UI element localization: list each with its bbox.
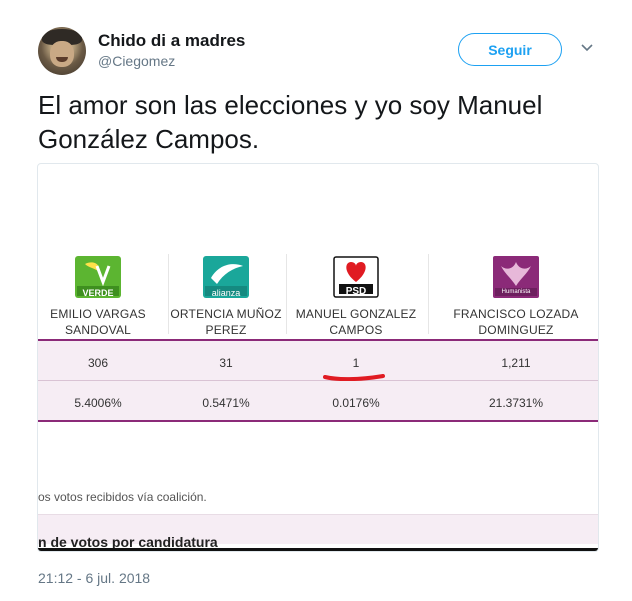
table-divider — [38, 380, 598, 381]
votes-value: 306 — [87, 356, 109, 370]
tweet-timestamp[interactable]: 21:12 - 6 jul. 2018 — [38, 570, 150, 586]
bottom-bar — [38, 548, 598, 551]
votes-value: 1,211 — [501, 356, 531, 370]
user-handle[interactable]: @Ciegomez — [98, 53, 175, 69]
candidate-name-line: CAMPOS — [329, 323, 383, 337]
red-scribble-underline — [323, 374, 385, 381]
candidate-name-line: FRANCISCO LOZADA — [453, 307, 579, 321]
party-label-humanista: Humanista — [501, 289, 531, 295]
table-border — [38, 420, 598, 422]
candidate-name-line: SANDOVAL — [64, 323, 132, 337]
candidate-name-line: ORTENCIA MUÑOZ — [170, 307, 282, 321]
candidate-name: ORTENCIA MUÑOZ PEREZ — [156, 306, 296, 338]
table-border — [38, 339, 598, 341]
percent-value: 0.0176% — [332, 396, 380, 410]
party-label-verde: VERDE — [82, 288, 114, 298]
column-divider — [428, 254, 429, 334]
candidate-name: EMILIO VARGAS SANDOVAL — [38, 306, 168, 338]
percent-value: 21.3731% — [488, 396, 544, 410]
votes-value: 1 — [352, 356, 360, 370]
coalition-note: os votos recibidos vía coalición. — [38, 490, 207, 504]
chevron-down-icon[interactable] — [580, 40, 594, 54]
party-label-alianza: alianza — [211, 288, 241, 298]
candidate-name: FRANCISCO LOZADA DOMINGUEZ — [446, 306, 586, 338]
percent-value: 5.4006% — [74, 396, 122, 410]
tweet-text: El amor son las elecciones y yo soy Manu… — [38, 90, 543, 154]
votes-value: 31 — [219, 356, 233, 370]
party-label-psd: PSD — [345, 286, 367, 297]
avatar[interactable] — [38, 27, 86, 75]
candidate-name-line: DOMINGUEZ — [478, 323, 554, 337]
candidate-name-line: MANUEL GONZALEZ — [295, 307, 417, 321]
follow-button[interactable]: Seguir — [458, 33, 562, 66]
percent-value: 0.5471% — [202, 396, 250, 410]
candidate-name: MANUEL GONZALEZ CAMPOS — [286, 306, 426, 338]
avatar-face — [50, 41, 74, 67]
candidate-name-line: PEREZ — [205, 323, 247, 337]
candidate-name-line: EMILIO VARGAS — [50, 307, 146, 321]
tweet-media-image[interactable]: VERDE alianza PSD Humanista EMILIO VARGA… — [37, 163, 599, 552]
user-name[interactable]: Chido di a madres — [98, 31, 245, 51]
